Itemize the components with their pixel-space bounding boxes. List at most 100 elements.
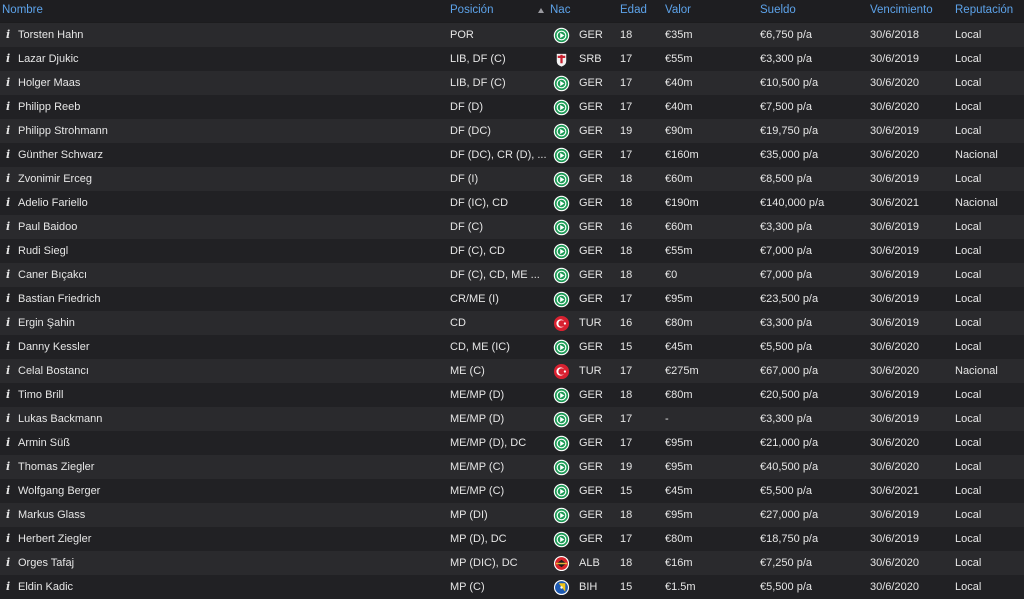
player-row[interactable]: i Herbert Ziegler MP (D), DC GER 17 €80m €18,7… <box>0 527 1024 551</box>
player-row[interactable]: i Celal Bostancı ME (C) TUR 17 €275m €67,000 p… <box>0 359 1024 383</box>
info-icon[interactable]: i <box>6 364 10 378</box>
player-row[interactable]: i Orges Tafaj MP (DIC), DC ALB 18 €16m €7,250 … <box>0 551 1024 575</box>
player-name[interactable]: Lukas Backmann <box>18 412 102 426</box>
info-icon[interactable]: i <box>6 148 10 162</box>
player-value: €275m <box>665 365 699 377</box>
player-name[interactable]: Herbert Ziegler <box>18 532 91 546</box>
player-name[interactable]: Caner Bıçakcı <box>18 268 87 282</box>
player-value: €80m <box>665 317 693 329</box>
info-icon[interactable]: i <box>6 436 10 450</box>
player-row[interactable]: i Torsten Hahn POR GER 18 €35m €6,750 p/a 30/6/… <box>0 23 1024 47</box>
player-age: 15 <box>620 485 633 497</box>
player-row[interactable]: i Danny Kessler CD, ME (IC) GER 15 €45m €5,500… <box>0 335 1024 359</box>
column-header-nationality[interactable]: Nac <box>550 4 570 16</box>
info-icon[interactable]: i <box>6 28 10 42</box>
info-icon[interactable]: i <box>6 460 10 474</box>
player-name[interactable]: Adelio Fariello <box>18 196 88 210</box>
player-row[interactable]: i Lukas Backmann ME/MP (D) GER 17 - €3,300 p/a… <box>0 407 1024 431</box>
player-name[interactable]: Torsten Hahn <box>18 28 83 42</box>
player-value: €95m <box>665 437 693 449</box>
player-name[interactable]: Wolfgang Berger <box>18 484 100 498</box>
player-row[interactable]: i Timo Brill ME/MP (D) GER 18 €80m €20,500 p/a… <box>0 383 1024 407</box>
player-name[interactable]: Holger Maas <box>18 76 80 90</box>
player-contract-expiry: 30/6/2019 <box>870 269 919 281</box>
player-name[interactable]: Paul Baidoo <box>18 220 77 234</box>
player-name[interactable]: Rudi Siegl <box>18 244 68 258</box>
info-icon[interactable]: i <box>6 388 10 402</box>
player-row[interactable]: i Wolfgang Berger ME/MP (C) GER 15 €45m €5,500… <box>0 479 1024 503</box>
player-nationality: GER <box>579 149 603 161</box>
column-header-name[interactable]: Nombre <box>2 4 43 16</box>
player-name[interactable]: Danny Kessler <box>18 340 90 354</box>
info-icon[interactable]: i <box>6 196 10 210</box>
player-row[interactable]: i Armin Süß ME/MP (D), DC GER 17 €95m €21,000 … <box>0 431 1024 455</box>
info-icon[interactable]: i <box>6 52 10 66</box>
info-icon[interactable]: i <box>6 556 10 570</box>
player-contract-expiry: 30/6/2019 <box>870 389 919 401</box>
info-icon[interactable]: i <box>6 580 10 594</box>
player-position: MP (C) <box>450 581 485 593</box>
player-row[interactable]: i Eldin Kadic MP (C) BIH 15 €1.5m €5,500 p/a 30… <box>0 575 1024 599</box>
info-icon[interactable]: i <box>6 292 10 306</box>
player-age: 17 <box>620 53 633 65</box>
column-header-reputation[interactable]: Reputación <box>955 4 1013 16</box>
column-header-value[interactable]: Valor <box>665 4 691 16</box>
player-row[interactable]: i Günther Schwarz DF (DC), CR (D), ... GER 1… <box>0 143 1024 167</box>
info-icon[interactable]: i <box>6 316 10 330</box>
player-row[interactable]: i Bastian Friedrich CR/ME (I) GER 17 €95m €23,… <box>0 287 1024 311</box>
info-icon[interactable]: i <box>6 412 10 426</box>
player-contract-expiry: 30/6/2019 <box>870 533 919 545</box>
info-icon[interactable]: i <box>6 508 10 522</box>
info-icon[interactable]: i <box>6 484 10 498</box>
player-name[interactable]: Günther Schwarz <box>18 148 103 162</box>
player-age: 17 <box>620 77 633 89</box>
player-name[interactable]: Ergin Şahin <box>18 316 75 330</box>
player-row[interactable]: i Holger Maas LIB, DF (C) GER 17 €40m €10,500 … <box>0 71 1024 95</box>
player-name[interactable]: Lazar Djukic <box>18 52 79 66</box>
player-row[interactable]: i Thomas Ziegler ME/MP (C) GER 19 €95m €40,500… <box>0 455 1024 479</box>
player-name[interactable]: Armin Süß <box>18 436 70 450</box>
player-name[interactable]: Celal Bostancı <box>18 364 89 378</box>
player-row[interactable]: i Lazar Djukic LIB, DF (C) SRB 17 €55m €3,300 … <box>0 47 1024 71</box>
info-icon[interactable]: i <box>6 532 10 546</box>
info-icon[interactable]: i <box>6 100 10 114</box>
player-row[interactable]: i Philipp Reeb DF (D) GER 17 €40m €7,500 p/a 30… <box>0 95 1024 119</box>
player-contract-expiry: 30/6/2020 <box>870 557 919 569</box>
info-icon[interactable]: i <box>6 172 10 186</box>
player-age: 17 <box>620 437 633 449</box>
player-value: €40m <box>665 77 693 89</box>
info-icon[interactable]: i <box>6 244 10 258</box>
player-row[interactable]: i Rudi Siegl DF (C), CD GER 18 €55m €7,000 p/a… <box>0 239 1024 263</box>
player-name[interactable]: Zvonimir Erceg <box>18 172 92 186</box>
player-row[interactable]: i Adelio Fariello DF (IC), CD GER 18 €190m €14… <box>0 191 1024 215</box>
player-row[interactable]: i Philipp Strohmann DF (DC) GER 19 €90m €19,75… <box>0 119 1024 143</box>
player-name[interactable]: Orges Tafaj <box>18 556 74 570</box>
info-icon[interactable]: i <box>6 124 10 138</box>
player-name[interactable]: Eldin Kadic <box>18 580 73 594</box>
player-row[interactable]: i Ergin Şahin CD TUR 16 €80m €3,300 p/a 30/6/20… <box>0 311 1024 335</box>
column-header-position[interactable]: Posición <box>450 4 493 16</box>
player-wage: €40,500 p/a <box>760 461 819 473</box>
info-icon[interactable]: i <box>6 340 10 354</box>
player-row[interactable]: i Caner Bıçakcı DF (C), CD, ME ... GER 18 €0 €… <box>0 263 1024 287</box>
player-wage: €35,000 p/a <box>760 149 819 161</box>
column-header-age[interactable]: Edad <box>620 4 647 16</box>
player-name[interactable]: Thomas Ziegler <box>18 460 94 474</box>
player-age: 18 <box>620 197 633 209</box>
column-header-expiry[interactable]: Vencimiento <box>870 4 933 16</box>
player-name[interactable]: Philipp Reeb <box>18 100 80 114</box>
player-name[interactable]: Markus Glass <box>18 508 85 522</box>
germany-federation-crest-icon <box>553 483 570 500</box>
player-name[interactable]: Timo Brill <box>18 388 63 402</box>
player-name[interactable]: Bastian Friedrich <box>18 292 101 306</box>
column-header-wage[interactable]: Sueldo <box>760 4 796 16</box>
info-icon[interactable]: i <box>6 220 10 234</box>
player-contract-expiry: 30/6/2020 <box>870 365 919 377</box>
info-icon[interactable]: i <box>6 268 10 282</box>
player-row[interactable]: i Paul Baidoo DF (C) GER 16 €60m €3,300 p/a 30/… <box>0 215 1024 239</box>
player-name[interactable]: Philipp Strohmann <box>18 124 108 138</box>
player-contract-expiry: 30/6/2019 <box>870 221 919 233</box>
info-icon[interactable]: i <box>6 76 10 90</box>
player-row[interactable]: i Markus Glass MP (DI) GER 18 €95m €27,000 p/a… <box>0 503 1024 527</box>
player-row[interactable]: i Zvonimir Erceg DF (I) GER 18 €60m €8,500 p/a… <box>0 167 1024 191</box>
